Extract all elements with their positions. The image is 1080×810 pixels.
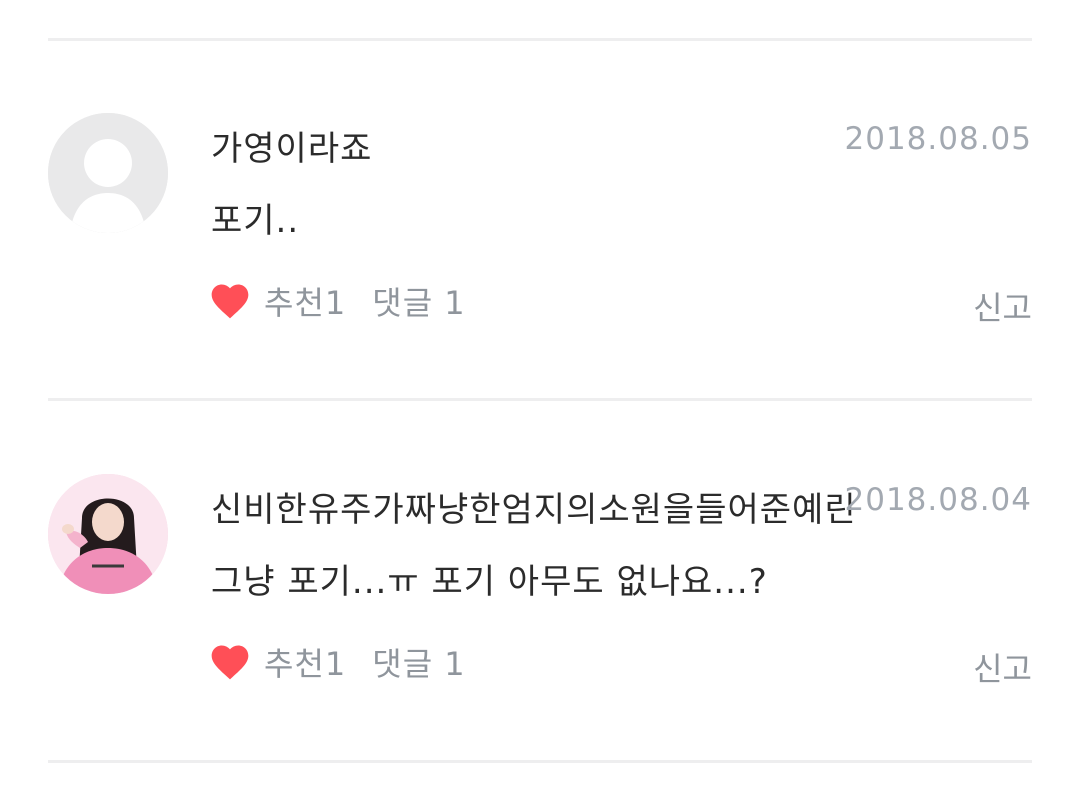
comment-body: 포기.. xyxy=(211,201,300,241)
report-button[interactable]: 신고 xyxy=(973,283,1032,329)
comment-actions: 추천1 댓글 1 xyxy=(208,638,466,686)
default-avatar[interactable] xyxy=(48,113,168,233)
heart-icon[interactable] xyxy=(208,279,252,323)
comment-actions: 추천1 댓글 1 xyxy=(208,277,466,325)
comment-item: 가영이라죠 2018.08.05 포기.. 추천1 댓글 1 신고 xyxy=(48,41,1032,341)
comment-date: 2018.08.04 xyxy=(844,482,1032,518)
like-count[interactable]: 추천1 xyxy=(264,639,346,685)
default-profile-icon xyxy=(48,113,168,233)
heart-icon[interactable] xyxy=(208,640,252,684)
comment-body: 그냥 포기...ㅠ 포기 아무도 없나요...? xyxy=(211,562,768,602)
comment-divider xyxy=(48,398,1032,401)
comment-item: 신비한유주가짜냥한엄지의소원을들어준예린 2018.08.04 그냥 포기...… xyxy=(48,402,1032,702)
comment-nickname[interactable]: 신비한유주가짜냥한엄지의소원을들어준예린 xyxy=(211,482,857,531)
report-button[interactable]: 신고 xyxy=(973,644,1032,690)
comment-nickname[interactable]: 가영이라죠 xyxy=(211,121,372,170)
comment-date: 2018.08.05 xyxy=(844,121,1032,157)
profile-photo[interactable] xyxy=(48,474,168,594)
reply-count[interactable]: 댓글 1 xyxy=(372,639,465,685)
profile-photo-image xyxy=(48,474,168,594)
bottom-divider xyxy=(48,760,1032,763)
reply-count[interactable]: 댓글 1 xyxy=(372,278,465,324)
like-count[interactable]: 추천1 xyxy=(264,278,346,324)
